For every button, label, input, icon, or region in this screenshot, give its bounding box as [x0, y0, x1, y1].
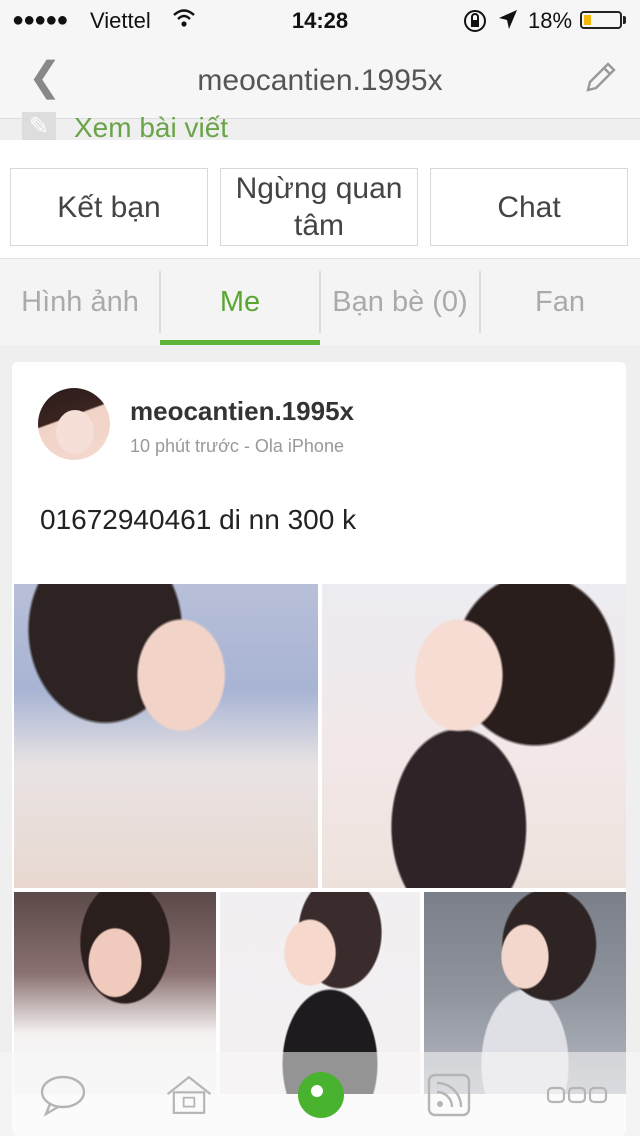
tab-friends[interactable]: Bạn bè (0) — [320, 259, 480, 345]
rotation-lock-icon — [462, 8, 488, 40]
edit-button[interactable] — [582, 58, 620, 105]
location-arrow-icon — [497, 8, 519, 38]
chat-button[interactable]: Chat — [430, 168, 628, 246]
tab-photos[interactable]: Hình ảnh — [0, 259, 160, 345]
profile-icon[interactable] — [296, 1072, 346, 1118]
post-meta: 10 phút trước - Ola iPhone — [130, 436, 344, 456]
chat-bubble-icon[interactable] — [38, 1072, 88, 1118]
add-friend-button[interactable]: Kết bạn — [10, 168, 208, 246]
post-photo-1[interactable] — [14, 584, 318, 888]
more-icon[interactable] — [546, 1072, 608, 1118]
battery-percent: 18% — [528, 8, 573, 33]
post-text: 01672940461 di nn 300 k — [40, 504, 357, 535]
avatar[interactable] — [38, 388, 110, 460]
unfollow-button[interactable]: Ngừng quan tâm — [220, 168, 418, 246]
tab-fans[interactable]: Fan — [480, 259, 640, 345]
page-title: meocantien.1995x — [197, 64, 443, 97]
view-posts-label: Xem bài viết — [74, 112, 229, 140]
status-bar: ●●●●● Viettel 14:28 18% — [0, 0, 640, 40]
tab-me[interactable]: Me — [160, 259, 320, 345]
post-photo-2[interactable] — [322, 584, 626, 888]
post-username[interactable]: meocantien.1995x — [130, 396, 354, 427]
post-card: meocantien.1995x 10 phút trước - Ola iPh… — [12, 362, 626, 1136]
home-icon[interactable] — [164, 1072, 214, 1118]
profile-tabs: Hình ảnh Me Bạn bè (0) Fan — [0, 258, 640, 345]
view-posts-link[interactable]: ✎ Xem bài viết — [0, 100, 640, 140]
profile-actions: Kết bạn Ngừng quan tâm Chat — [0, 140, 640, 258]
battery-icon — [580, 11, 622, 29]
bottom-tab-bar — [0, 1052, 640, 1136]
feed-icon[interactable] — [424, 1072, 474, 1118]
pencil-icon: ✎ — [22, 112, 56, 140]
